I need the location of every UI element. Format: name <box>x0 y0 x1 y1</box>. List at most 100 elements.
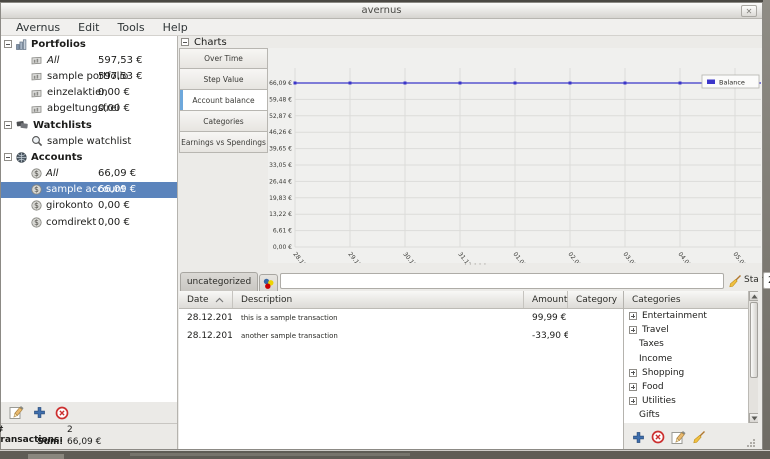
tree-item-einzelaktien[interactable]: einzelaktien0,00 € <box>1 85 177 101</box>
tree-group-accounts[interactable]: Accounts <box>1 149 177 165</box>
tree-item-sample-watchlist[interactable]: sample watchlist <box>1 133 177 149</box>
chart-tab-earnings-vs-spendings[interactable]: Earnings vs Spendings <box>179 132 268 153</box>
categories-header[interactable]: Categories <box>624 291 748 309</box>
tree-item-label: All <box>46 168 58 179</box>
collapse-icon[interactable] <box>181 38 189 46</box>
category-shopping[interactable]: Shopping <box>624 366 748 380</box>
categories-scrollbar[interactable] <box>748 291 758 423</box>
menu-edit[interactable]: Edit <box>69 19 108 36</box>
expand-icon[interactable] <box>629 369 637 377</box>
tree-group-watchlists[interactable]: Watchlists <box>1 117 177 133</box>
tree-item-abgeltungsfrei[interactable]: abgeltungsfrei0,00 € <box>1 101 177 117</box>
tree-group-portfolios[interactable]: Portfolios <box>1 36 177 52</box>
edit-category-icon[interactable] <box>671 430 686 445</box>
expand-icon[interactable] <box>629 312 637 320</box>
edit-icon[interactable] <box>9 405 24 420</box>
category-travel[interactable]: Travel <box>624 323 748 337</box>
y-tick-label: 0,00 € <box>273 244 292 251</box>
delete-category-icon[interactable] <box>651 430 665 444</box>
tree-item-sample-portfolio[interactable]: sample portfolio597,53 € <box>1 68 177 84</box>
splitter-handle-icon[interactable]: ····· <box>464 260 488 270</box>
collapse-icon[interactable] <box>4 153 12 161</box>
background-window-text-blur <box>130 453 410 456</box>
tree-item-comdirekt[interactable]: $comdirekt0,00 € <box>1 214 177 230</box>
category-entertainment[interactable]: Entertainment <box>624 309 748 323</box>
chart-tab-categories[interactable]: Categories <box>179 111 268 132</box>
start-date-input[interactable] <box>764 275 770 286</box>
y-tick-label: 26,44 € <box>269 178 292 185</box>
clear-filter-icon[interactable] <box>728 274 742 288</box>
category-label: Shopping <box>642 368 684 378</box>
chart-tab-over-time[interactable]: Over Time <box>179 48 268 69</box>
svg-text:$: $ <box>34 185 39 194</box>
chart-tab-account-balance[interactable]: Account balance <box>179 90 268 111</box>
category-taxes[interactable]: Taxes <box>624 337 748 351</box>
categories-list[interactable]: EntertainmentTravelTaxes Income Shopping Fo… <box>624 309 748 423</box>
transaction-row[interactable]: 28.12.2011this is a sample transaction99… <box>179 309 623 327</box>
transaction-amount: 99,99 € <box>524 313 568 323</box>
y-tick-label: 6,61 € <box>273 228 292 235</box>
tab-uncategorized[interactable]: uncategorized <box>180 272 258 291</box>
filter-input[interactable] <box>280 273 724 289</box>
x-tick-label: 04.01.2012 <box>676 251 703 263</box>
coin-icon: $ <box>31 184 42 195</box>
expand-icon[interactable] <box>629 326 637 334</box>
data-point-marker <box>404 82 407 85</box>
titlebar[interactable]: avernus ✕ <box>1 3 762 19</box>
tree-item-sample-account[interactable]: $sample account66,09 € <box>1 182 177 198</box>
colors-icon <box>262 277 275 290</box>
tree-item-all[interactable]: All597,53 € <box>1 52 177 68</box>
menu-tools[interactable]: Tools <box>108 19 153 36</box>
y-tick-label: 39,65 € <box>269 146 292 153</box>
legend-swatch <box>707 80 715 85</box>
charts-expander[interactable]: Charts <box>181 36 761 48</box>
tree-item-label: comdirekt <box>46 217 96 228</box>
tree-group-label: Accounts <box>31 152 82 163</box>
tab-categories-colors[interactable] <box>259 274 278 291</box>
tree-item-value: 0,00 € <box>98 87 130 98</box>
clean-categories-icon[interactable] <box>692 430 706 444</box>
column-header-description[interactable]: Description <box>233 291 524 308</box>
svg-text:$: $ <box>34 202 39 211</box>
x-tick-label: 28.12.2011 <box>291 251 318 263</box>
horizontal-splitter[interactable]: ····· <box>179 263 762 271</box>
mini-chart-icon <box>31 104 43 114</box>
tree-item-value: 66,09 € <box>98 168 136 179</box>
x-tick-label: 02.01.2012 <box>566 251 593 263</box>
x-tick-label: 29.12.2011 <box>346 251 373 263</box>
close-icon[interactable]: ✕ <box>741 5 757 17</box>
data-point-marker <box>514 82 517 85</box>
category-gifts[interactable]: Gifts <box>624 408 748 422</box>
menu-avernus[interactable]: Avernus <box>7 19 69 36</box>
transaction-row[interactable]: 28.12.2011another sample transaction-33,… <box>179 327 623 345</box>
category-label: Income <box>639 354 672 364</box>
collapse-icon[interactable] <box>4 40 12 48</box>
category-label: Food <box>642 382 664 392</box>
expand-icon[interactable] <box>629 383 637 391</box>
tree-item-all[interactable]: $ All 66,09 € <box>1 166 177 182</box>
coin-icon: $ <box>31 217 42 228</box>
column-header-category[interactable]: Category <box>568 291 623 308</box>
scrollbar-thumb[interactable] <box>750 302 758 378</box>
collapse-icon[interactable] <box>4 121 12 129</box>
column-header-date[interactable]: Date <box>179 291 233 308</box>
tree-item-girokonto[interactable]: $girokonto0,00 € <box>1 198 177 214</box>
transactions-count-value: 2 <box>67 425 73 435</box>
background-window-bottom <box>0 450 770 459</box>
add-icon[interactable] <box>33 406 46 419</box>
chart-tab-step-value[interactable]: Step Value <box>179 69 268 90</box>
category-food[interactable]: Food <box>624 380 748 394</box>
avernus-window: avernus ✕ AvernusEditToolsHelp Portfolio… <box>0 2 763 450</box>
category-income[interactable]: Income <box>624 352 748 366</box>
expand-icon[interactable] <box>629 397 637 405</box>
add-category-icon[interactable] <box>632 431 645 444</box>
portfolio-account-tree[interactable]: PortfoliosAll597,53 €sample portfolio597… <box>1 36 177 402</box>
transaction-description: this is a sample transaction <box>233 314 524 322</box>
resize-grip-icon[interactable] <box>746 437 756 447</box>
menu-help[interactable]: Help <box>154 19 197 36</box>
column-header-amount[interactable]: Amount <box>524 291 568 308</box>
coin-icon: $ <box>31 168 42 179</box>
data-point-marker <box>294 82 297 85</box>
category-utilities[interactable]: Utilities <box>624 394 748 408</box>
delete-icon[interactable] <box>55 406 69 420</box>
